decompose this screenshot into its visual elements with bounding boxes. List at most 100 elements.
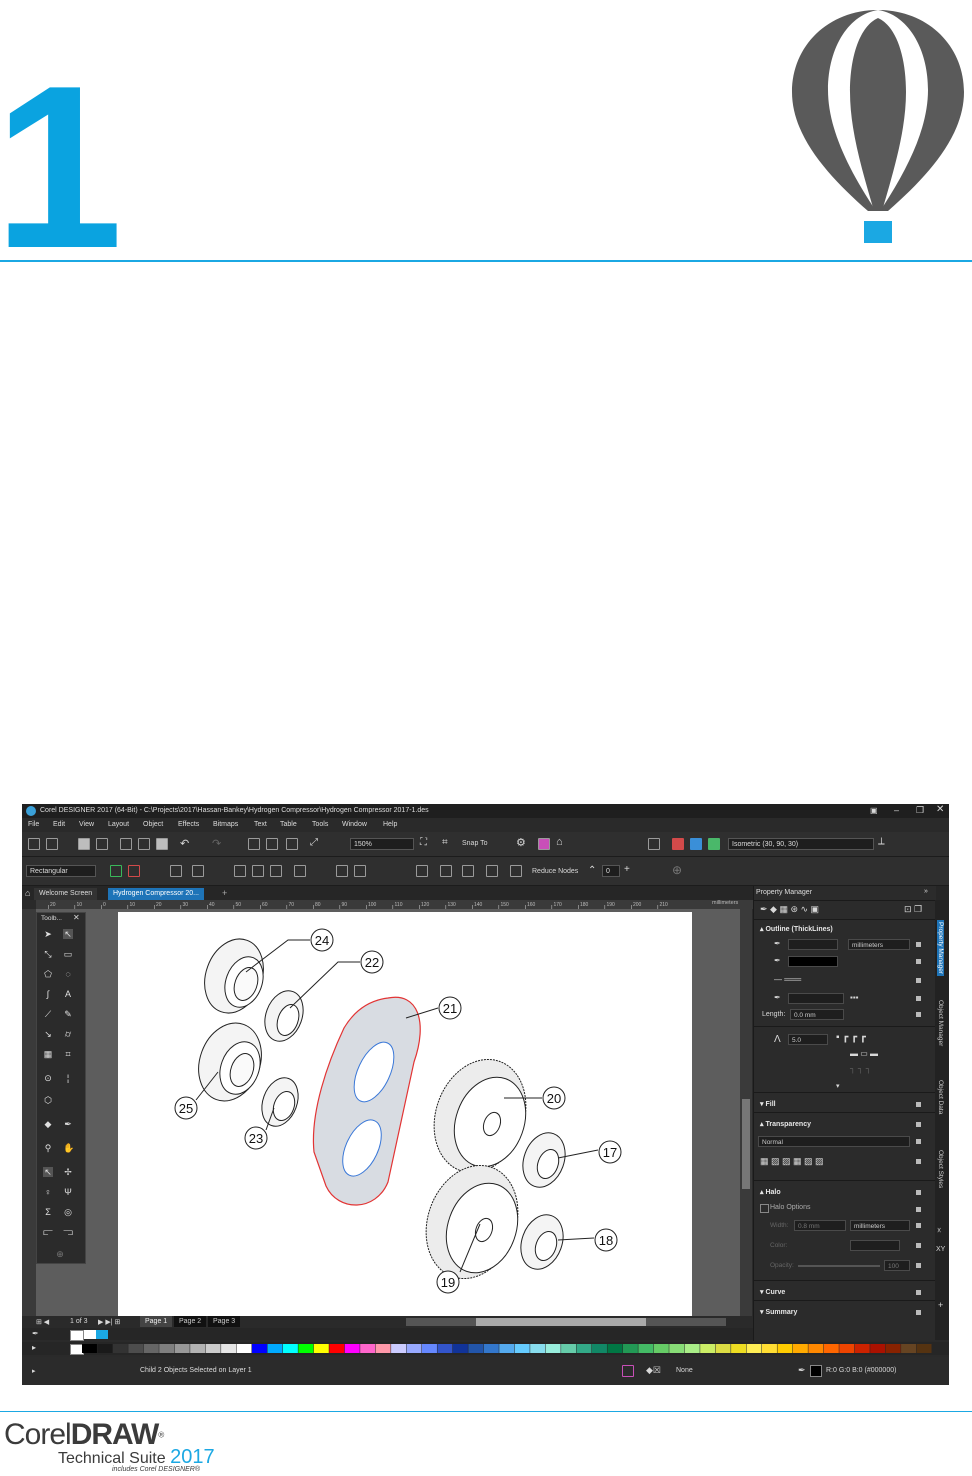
palette-color-swatch[interactable] <box>669 1344 685 1353</box>
palette-color-swatch[interactable] <box>746 1344 762 1353</box>
halo-section-header[interactable]: ▴ Halo <box>760 1188 781 1196</box>
horizontal-scroll-thumb[interactable] <box>476 1318 646 1326</box>
line-style-select[interactable] <box>788 993 844 1004</box>
palette-color-swatch[interactable] <box>329 1344 345 1353</box>
reduce-nodes-value[interactable]: 0 <box>602 865 620 877</box>
fill-tool-icon[interactable]: ◆ <box>43 1119 53 1129</box>
perpendicular-tool-icon[interactable]: ⫎ <box>63 1227 73 1237</box>
spiral-tool-icon[interactable]: ◎ <box>63 1207 73 1217</box>
text-tool-icon[interactable]: A <box>63 989 73 999</box>
reflect-nodes-icon[interactable] <box>486 865 498 877</box>
length-input[interactable]: 0.0 mm <box>790 1009 844 1020</box>
to-line-icon[interactable] <box>192 865 204 877</box>
side-add-icon[interactable]: + <box>938 1300 943 1310</box>
palette-color-swatch[interactable] <box>437 1344 453 1353</box>
outline-pen-icon[interactable]: ✒ <box>798 1365 806 1376</box>
paste-icon[interactable] <box>156 838 168 850</box>
bezier-tool-icon[interactable]: ∫ <box>43 989 53 999</box>
extract-subpath-icon[interactable] <box>354 865 366 877</box>
close-icon[interactable]: ✕ <box>936 804 944 815</box>
color-proof-icon[interactable] <box>622 1365 634 1377</box>
palette-color-swatch[interactable] <box>97 1344 113 1353</box>
open-icon[interactable] <box>46 838 58 850</box>
minimize-icon[interactable]: – <box>894 805 899 815</box>
rectangle-tool-icon[interactable]: ▭ <box>63 949 73 959</box>
halo-opacity-input[interactable]: 100 <box>884 1260 910 1271</box>
page-tab-3[interactable]: Page 3 <box>208 1316 241 1327</box>
status-expand-icon[interactable]: ▸ <box>32 1367 36 1375</box>
fill-section-header[interactable]: ▾ Fill <box>760 1100 776 1108</box>
publish-pdf-icon[interactable] <box>286 838 298 850</box>
palette-color-swatch[interactable] <box>715 1344 731 1353</box>
palette-color-swatch[interactable] <box>561 1344 577 1353</box>
cusp-node-icon[interactable] <box>234 865 246 877</box>
join-nodes-icon[interactable] <box>170 865 182 877</box>
page-tab-2[interactable]: Page 2 <box>174 1316 207 1327</box>
side-tab-object-manager[interactable]: Object Manager <box>937 1000 944 1046</box>
halo-units-select[interactable]: millimeters <box>850 1220 910 1231</box>
save-icon[interactable] <box>78 838 90 850</box>
reverse-direction-icon[interactable] <box>294 865 306 877</box>
transparency-section-header[interactable]: ▴ Transparency <box>760 1120 811 1128</box>
elastic-mode-icon[interactable] <box>510 865 522 877</box>
stretch-nodes-icon[interactable] <box>416 865 428 877</box>
palette-color-swatch[interactable] <box>406 1344 422 1353</box>
application-launcher-icon[interactable] <box>538 838 550 850</box>
extend-curve-icon[interactable] <box>336 865 348 877</box>
eyedropper-palette-icon[interactable]: ✒ <box>32 1329 39 1338</box>
tab-welcome-screen[interactable]: Welcome Screen <box>34 888 98 900</box>
import-icon[interactable] <box>248 838 260 850</box>
projection-front-icon[interactable] <box>690 838 702 850</box>
menu-file[interactable]: File <box>28 821 39 828</box>
palette-color-swatch[interactable] <box>391 1344 407 1353</box>
export-icon[interactable] <box>266 838 278 850</box>
menu-tools[interactable]: Tools <box>312 821 328 828</box>
palette-color-swatch[interactable] <box>700 1344 716 1353</box>
palette-color-swatch[interactable] <box>298 1344 314 1353</box>
3d-tool-icon[interactable]: ⬡ <box>43 1095 53 1105</box>
cylinder-tool-icon[interactable]: ⌭ <box>63 1029 73 1039</box>
menu-object[interactable]: Object <box>143 821 163 828</box>
menu-table[interactable]: Table <box>280 821 297 828</box>
palette-color-swatch[interactable] <box>576 1344 592 1353</box>
palette-color-swatch[interactable] <box>514 1344 530 1353</box>
palette-color-swatch[interactable] <box>777 1344 793 1353</box>
expand-more-icon[interactable]: ▾ <box>836 1082 840 1090</box>
palette-color-swatch[interactable] <box>499 1344 515 1353</box>
restore-icon[interactable]: ❐ <box>916 805 924 816</box>
crop-tool-icon[interactable]: ⤡ <box>43 949 53 959</box>
help-icon[interactable]: ▣ <box>870 806 878 815</box>
menu-window[interactable]: Window <box>342 821 367 828</box>
connector-tool-icon[interactable]: ↘ <box>43 1029 53 1039</box>
line-style-more-icon[interactable]: ▪▪▪ <box>850 993 859 1002</box>
line-tool-icon[interactable]: ⟋ <box>43 1009 53 1019</box>
crop-frame-icon[interactable]: ⌗ <box>63 1049 73 1059</box>
palette-color-swatch[interactable] <box>545 1344 561 1353</box>
smooth-node-icon[interactable] <box>252 865 264 877</box>
ellipse-tool-icon[interactable]: ◌ <box>63 969 73 979</box>
outline-color-picker[interactable] <box>788 956 838 967</box>
technical-illustration[interactable]: 24 22 21 25 23 20 17 19 18 <box>118 912 692 1316</box>
redo-icon[interactable]: ↷ <box>212 837 221 850</box>
palette-color-swatch[interactable] <box>638 1344 654 1353</box>
next-page-icon[interactable]: ▶ ▶| ⊞ <box>98 1318 120 1326</box>
menu-layout[interactable]: Layout <box>108 821 129 828</box>
shortcut-icon[interactable]: ⤢ <box>310 837 318 848</box>
pen-tool-icon[interactable]: ✎ <box>63 1009 73 1019</box>
add-node-icon[interactable] <box>110 865 122 877</box>
horizontal-scrollbar[interactable] <box>406 1318 726 1326</box>
table-tool-icon[interactable]: ▦ <box>43 1049 53 1059</box>
print-icon[interactable] <box>96 838 108 850</box>
palette-color-swatch[interactable] <box>916 1344 932 1353</box>
palette-color-swatch[interactable] <box>344 1344 360 1353</box>
menu-help[interactable]: Help <box>383 821 397 828</box>
outline-units-select[interactable]: millimeters <box>848 939 910 950</box>
halo-color-picker[interactable] <box>850 1240 900 1251</box>
zoom-tool-icon[interactable]: ⚲ <box>43 1143 53 1153</box>
transparency-mode-select[interactable]: Normal <box>758 1136 910 1147</box>
tab-document[interactable]: Hydrogen Compressor 20... <box>108 888 204 900</box>
outline-width-input[interactable] <box>788 939 838 950</box>
palette-color-swatch[interactable] <box>808 1344 824 1353</box>
palette-color-swatch[interactable] <box>530 1344 546 1353</box>
snap-icon[interactable]: ⌗ <box>442 837 448 848</box>
